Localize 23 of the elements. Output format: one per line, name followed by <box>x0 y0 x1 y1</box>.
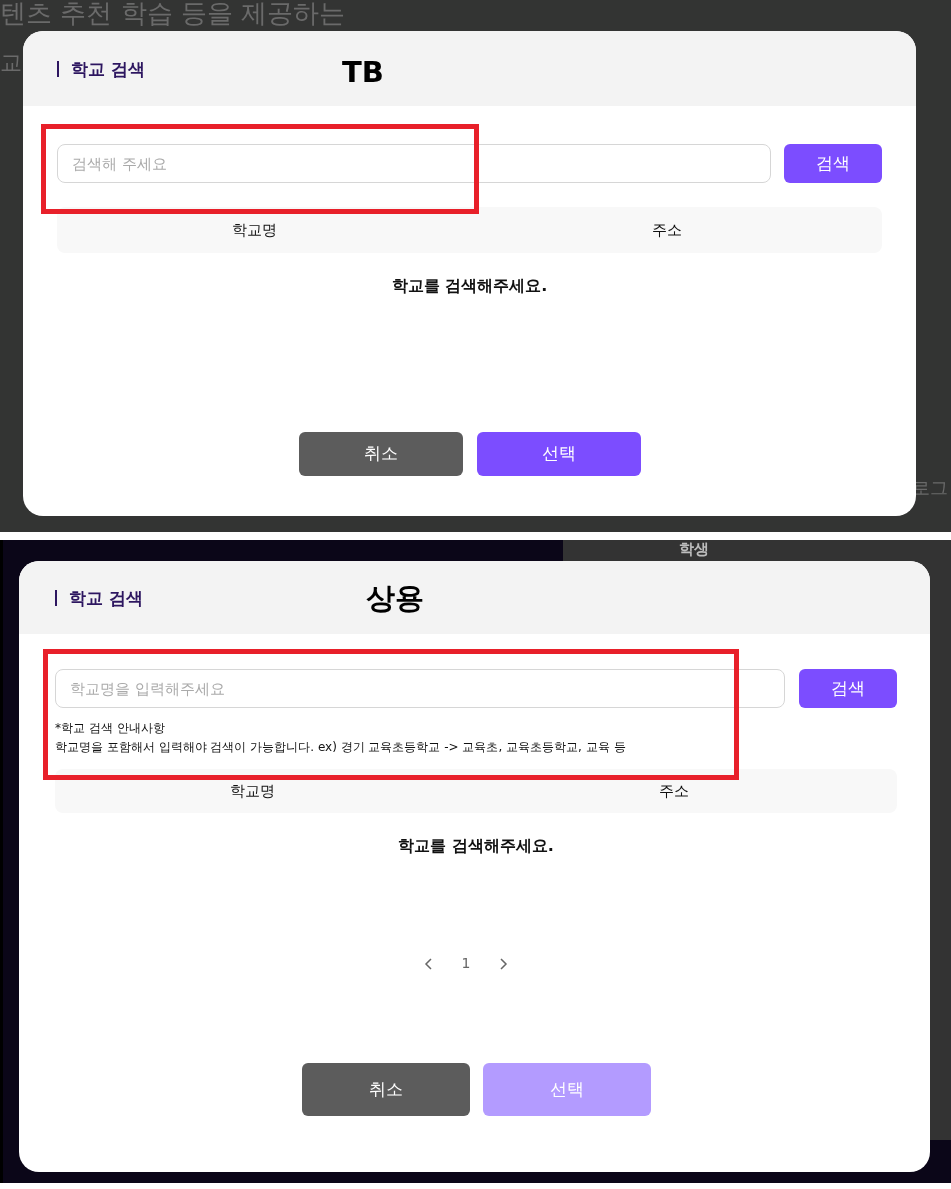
next-page-icon[interactable] <box>498 956 509 971</box>
annotation-label: 상용 <box>366 580 424 617</box>
search-button[interactable]: 검색 <box>799 669 897 708</box>
column-header: 학교명 <box>229 780 276 802</box>
select-button[interactable]: 선택 <box>476 432 641 476</box>
search-field[interactable]: 학교명을 입력해주세요 <box>55 669 785 708</box>
page-number[interactable]: 1 <box>461 953 471 974</box>
annotation-label: TB <box>342 54 384 91</box>
background-text: 학생 <box>679 540 709 558</box>
cancel-button[interactable]: 취소 <box>298 432 463 476</box>
dialog-title: 학교 검색 <box>57 60 145 77</box>
search-field[interactable]: 검색해 주세요 <box>57 144 771 183</box>
search-button[interactable]: 검색 <box>784 144 882 183</box>
notice-text: 학교명을 포함해서 입력해야 검색이 가능합니다. ex) 경기 교육초등학교 -> 교육초, 교육초등학교, 교육 등 <box>55 739 627 756</box>
empty-message: 학교를 검색해주세요. <box>390 275 549 297</box>
dialog-title: 학교 검색 <box>55 589 143 606</box>
notice-text: *학교 검색 안내사항 <box>55 720 166 737</box>
column-header: 주소 <box>657 780 690 802</box>
column-header: 주소 <box>651 219 683 241</box>
empty-message: 학교를 검색해주세요. <box>397 835 555 857</box>
previous-page-icon[interactable] <box>423 956 434 971</box>
cancel-button[interactable]: 취소 <box>301 1063 470 1116</box>
column-header: 학교명 <box>231 219 278 241</box>
